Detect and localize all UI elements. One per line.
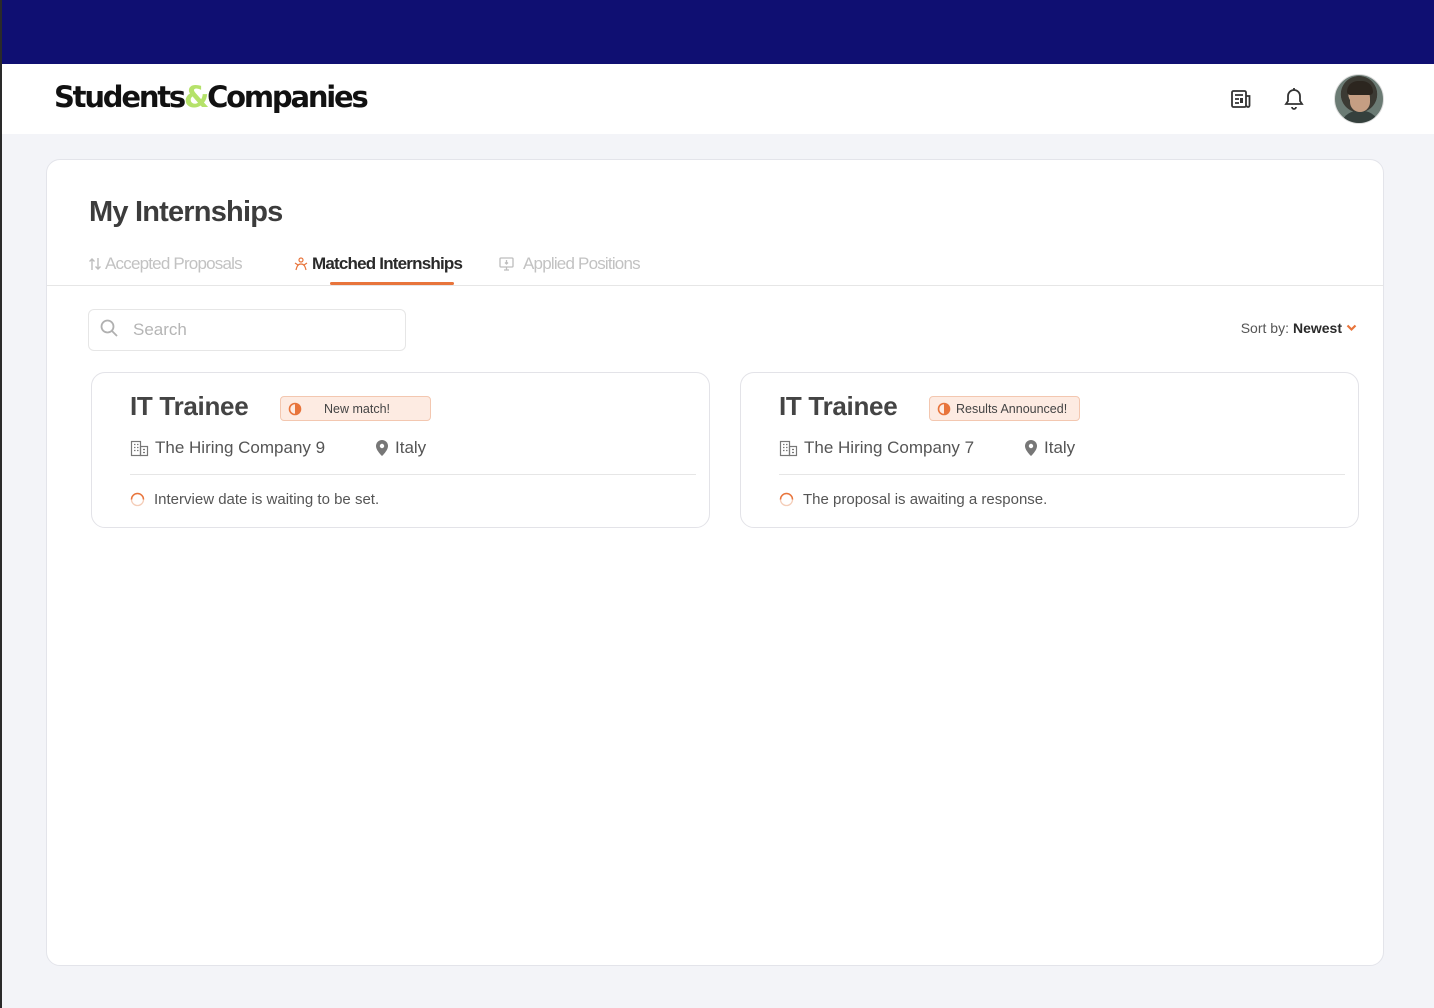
- bell-icon[interactable]: [1281, 86, 1307, 112]
- sort-dropdown[interactable]: Sort by: Newest: [1241, 320, 1357, 336]
- tab-applied-positions[interactable]: Applied Positions: [498, 254, 641, 274]
- tab-label: Accepted Proposals: [105, 254, 243, 273]
- logo-text-students: Students: [54, 80, 186, 114]
- tab-bar: Accepted Proposals Matched Internships A…: [47, 250, 1383, 286]
- internship-title: IT Trainee: [779, 391, 898, 421]
- half-circle-icon: [937, 402, 951, 416]
- swap-arrows-icon: [88, 256, 102, 272]
- location-name: Italy: [1044, 438, 1076, 457]
- card-divider: [779, 474, 1345, 475]
- internship-title: IT Trainee: [130, 391, 249, 421]
- search-box[interactable]: [88, 309, 406, 351]
- window-edge: [0, 0, 2, 1008]
- sort-value: Newest: [1292, 320, 1342, 336]
- status-text: Interview date is waiting to be set.: [154, 491, 380, 508]
- badge-label: Results Announced!: [956, 401, 1068, 416]
- company-info: The Hiring Company 7: [779, 438, 974, 458]
- company-name: The Hiring Company 7: [804, 438, 975, 457]
- status-badge: Results Announced!: [929, 396, 1080, 421]
- tab-accepted-proposals[interactable]: Accepted Proposals: [88, 254, 243, 274]
- location-info: Italy: [1023, 438, 1075, 458]
- tab-matched-internships[interactable]: Matched Internships: [293, 254, 463, 274]
- internships-panel: My Internships Accepted Proposals Matche…: [46, 159, 1384, 966]
- status-badge: New match!: [280, 396, 431, 421]
- card-divider: [130, 474, 696, 475]
- logo-ampersand: &: [184, 80, 209, 114]
- app-logo[interactable]: Students&Companies: [54, 80, 369, 114]
- internship-card[interactable]: IT Trainee New match! The Hiring Company…: [91, 372, 710, 528]
- page-title: My Internships: [89, 196, 283, 228]
- internship-card[interactable]: IT Trainee Results Announced! The Hiring…: [740, 372, 1359, 528]
- search-icon: [99, 318, 119, 343]
- tab-label: Matched Internships: [312, 254, 463, 273]
- company-info: The Hiring Company 9: [130, 438, 325, 458]
- applied-icon: [498, 256, 516, 272]
- search-input[interactable]: [133, 320, 393, 340]
- avatar-shirt: [1341, 111, 1379, 123]
- header-bar: Students&Companies: [2, 64, 1434, 134]
- chevron-down-icon: [1346, 324, 1357, 332]
- company-name: The Hiring Company 9: [155, 438, 326, 457]
- card-status: The proposal is awaiting a response.: [779, 491, 1047, 508]
- news-icon[interactable]: [1228, 86, 1254, 112]
- location-info: Italy: [374, 438, 426, 458]
- loading-spinner-icon: [130, 492, 145, 507]
- half-circle-icon: [288, 402, 302, 416]
- card-status: Interview date is waiting to be set.: [130, 491, 379, 508]
- badge-label: New match!: [324, 401, 390, 416]
- location-name: Italy: [395, 438, 427, 457]
- header-actions: [1228, 74, 1384, 124]
- status-text: The proposal is awaiting a response.: [803, 491, 1048, 508]
- avatar-hair: [1347, 81, 1373, 95]
- logo-text-companies: Companies: [207, 80, 369, 114]
- map-pin-icon: [1023, 439, 1039, 457]
- building-icon: [779, 440, 798, 457]
- building-icon: [130, 440, 149, 457]
- map-pin-icon: [374, 439, 390, 457]
- user-avatar[interactable]: [1334, 74, 1384, 124]
- tab-label: Applied Positions: [523, 254, 641, 273]
- sort-label: Sort by:: [1240, 320, 1289, 336]
- loading-spinner-icon: [779, 492, 794, 507]
- match-icon: [293, 256, 309, 272]
- active-tab-indicator: [330, 282, 454, 285]
- top-banner: [0, 0, 1434, 64]
